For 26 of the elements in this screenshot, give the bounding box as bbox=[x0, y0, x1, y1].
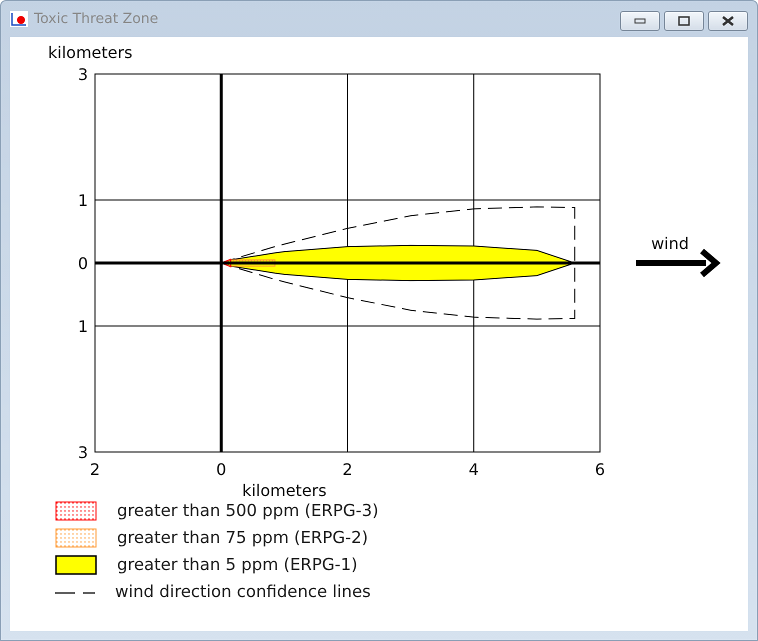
y-tick-label: 0 bbox=[78, 254, 88, 273]
y-tick-label: 1 bbox=[78, 317, 88, 336]
close-icon bbox=[722, 16, 734, 26]
x-tick-label: 2 bbox=[90, 460, 100, 479]
y-tick-label: 3 bbox=[78, 443, 88, 462]
legend-label: greater than 75 ppm (ERPG-2) bbox=[117, 528, 368, 547]
y-tick-label: 1 bbox=[78, 191, 88, 210]
x-tick-label: 6 bbox=[594, 460, 606, 479]
x-tick-label: 4 bbox=[468, 460, 479, 479]
minimize-icon bbox=[634, 18, 646, 24]
y-axis-title: kilometers bbox=[48, 43, 132, 62]
legend-label: greater than 500 ppm (ERPG-3) bbox=[117, 501, 379, 520]
restore-icon bbox=[678, 16, 690, 26]
legend-label: greater than 5 ppm (ERPG-1) bbox=[117, 555, 358, 574]
close-button[interactable] bbox=[708, 11, 748, 31]
y-tick-label: 3 bbox=[78, 65, 88, 84]
maximize-button[interactable] bbox=[664, 11, 704, 31]
x-axis-title: kilometers bbox=[242, 481, 327, 499]
x-tick-label: 0 bbox=[216, 460, 226, 479]
minimize-button[interactable] bbox=[620, 11, 660, 31]
legend-label: wind direction confidence lines bbox=[115, 582, 371, 601]
chart-app-icon bbox=[10, 11, 28, 27]
wind-arrow-icon bbox=[636, 248, 721, 278]
wind-label: wind bbox=[651, 234, 689, 253]
x-tick-label: 2 bbox=[342, 460, 353, 479]
window-title: Toxic Threat Zone bbox=[34, 11, 160, 27]
